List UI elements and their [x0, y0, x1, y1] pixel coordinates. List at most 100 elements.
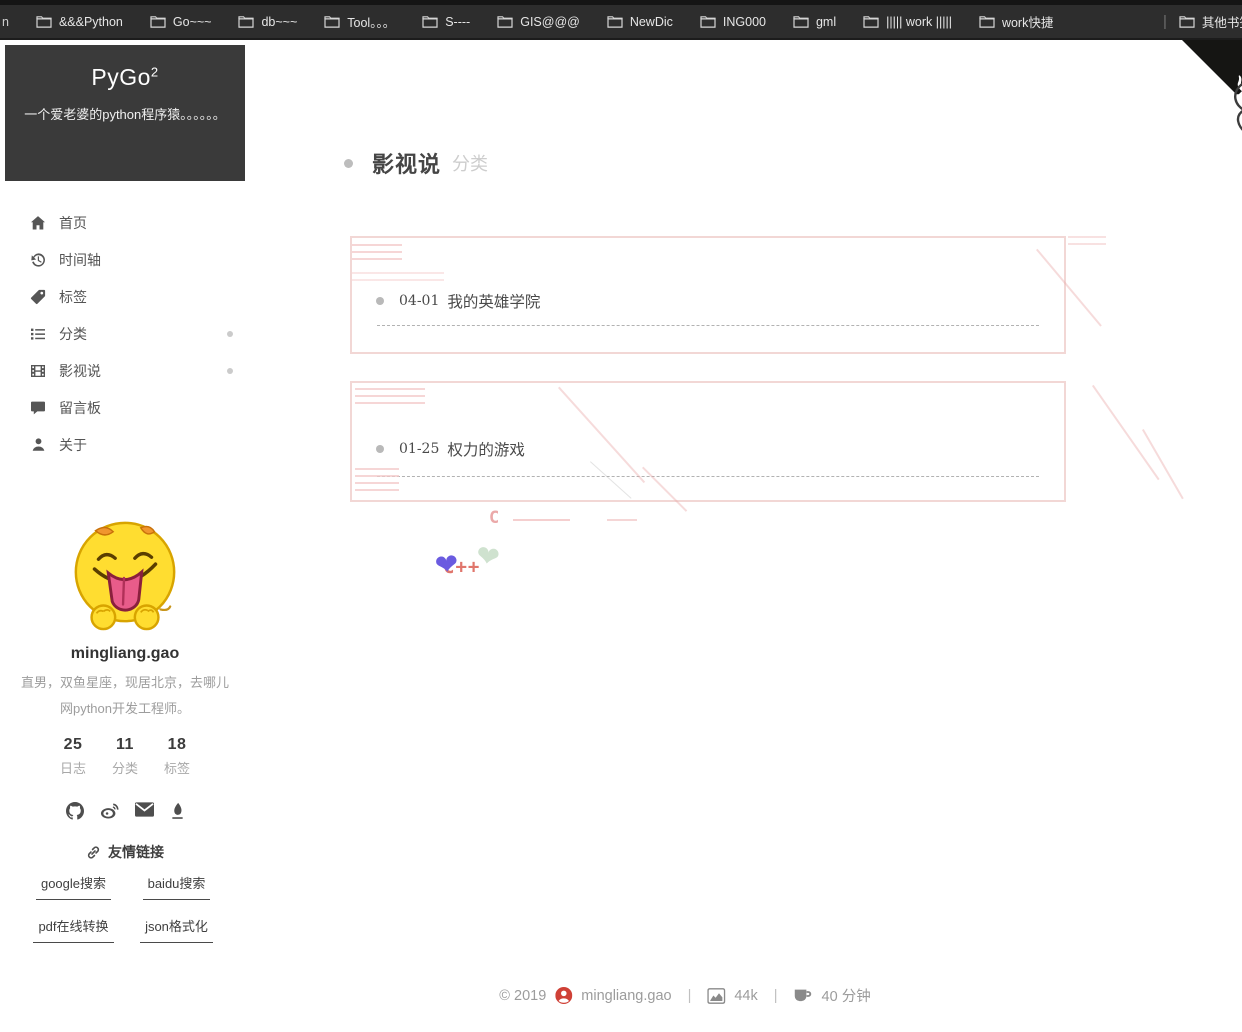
decor-ticks [352, 272, 444, 286]
clipped-bookmark-label: n [2, 15, 9, 29]
stat-categories[interactable]: 11 分类 [112, 736, 138, 777]
folder-icon [497, 15, 513, 29]
social-links [0, 802, 250, 820]
folder-icon [979, 15, 995, 29]
decor-ticks [1068, 236, 1106, 246]
friend-link-pdf[interactable]: pdf在线转换 [33, 916, 113, 943]
profile-name: mingliang.gao [0, 645, 250, 663]
footer-views: 44k [734, 988, 757, 1004]
sidebar-item-timeline[interactable]: 时间轴 [0, 241, 250, 278]
decor-ticks [355, 388, 425, 408]
folder-icon [150, 15, 166, 29]
sidebar-item-home[interactable]: 首页 [0, 204, 250, 241]
copyright-text: © 2019 [499, 988, 546, 1004]
green-heart-icon: ❤ [474, 541, 502, 572]
decor-diagonal-line [1092, 385, 1159, 480]
bookmark-folder-s[interactable]: S---- [422, 15, 470, 29]
nav-dot-badge [227, 368, 233, 374]
blog-title[interactable]: PyGo2 [5, 64, 245, 91]
bookmarks-bar: n &&&Python Go~~~ db~~~ Tool。。。 S---- GI… [0, 0, 1242, 40]
bookmark-folder-db[interactable]: db~~~ [238, 15, 297, 29]
tag-icon [29, 289, 47, 305]
bookmark-folder-gis[interactable]: GIS@@@ [497, 15, 580, 29]
bookmarks-divider: | [1163, 13, 1167, 30]
friend-link-baidu[interactable]: baidu搜索 [143, 873, 211, 900]
decor-c-text: C [489, 508, 499, 528]
bookmark-folder-ing000[interactable]: ING000 [700, 15, 766, 29]
footer-author[interactable]: mingliang.gao [581, 988, 671, 1004]
post-card[interactable]: 04-01 我的英雄学院 [350, 236, 1066, 354]
bookmark-folder-go[interactable]: Go~~~ [150, 15, 212, 29]
decor-ticks [355, 468, 399, 496]
sidebar: PyGo2 一个爱老婆的python程序猿。。。。。。 首页 时间轴 标签 分类… [0, 40, 250, 1032]
category-page-heading: 影视说 分类 [344, 147, 488, 179]
post-title: 我的英雄学院 [447, 290, 540, 312]
film-icon [29, 363, 47, 379]
sidebar-nav: 首页 时间轴 标签 分类 影视说 留言板 关于 [0, 204, 250, 463]
profile-bio: 直男，双鱼星座，现居北京，去哪儿网python开发工程师。 [18, 670, 232, 722]
jianshu-pen-icon[interactable] [170, 802, 185, 820]
nav-dot-badge [227, 331, 233, 337]
chart-area-icon [707, 988, 725, 1004]
folder-icon [700, 15, 716, 29]
post-card[interactable]: 01-25 权力的游戏 [350, 381, 1066, 502]
folder-icon [793, 15, 809, 29]
weibo-icon[interactable] [100, 802, 119, 820]
dashed-divider [377, 325, 1039, 326]
blog-subtitle: 一个爱老婆的python程序猿。。。。。。 [22, 101, 228, 128]
friend-link-json[interactable]: json格式化 [140, 916, 213, 943]
folder-icon [238, 15, 254, 29]
decor-line [513, 519, 570, 521]
sidebar-item-movies[interactable]: 影视说 [0, 352, 250, 389]
decor-ticks [352, 244, 402, 262]
folder-icon [607, 15, 623, 29]
folder-icon [324, 15, 340, 29]
dashed-divider [377, 476, 1039, 477]
purple-heart-icon: ❤ [434, 550, 460, 580]
bookmark-folder-work-shortcut[interactable]: work快捷 [979, 12, 1053, 31]
bookmark-folder-python[interactable]: &&&Python [36, 15, 123, 29]
list-icon [29, 326, 47, 342]
page-footer: © 2019 mingliang.gao | 44k | 40 分钟 [499, 985, 870, 1006]
bookmark-folder-newdic[interactable]: NewDic [607, 15, 673, 29]
envelope-icon[interactable] [135, 802, 154, 820]
post-date: 04-01 [399, 293, 439, 309]
sidebar-item-about[interactable]: 关于 [0, 426, 250, 463]
stat-posts[interactable]: 25 日志 [60, 736, 86, 777]
folder-icon [863, 15, 879, 29]
bookmark-folder-tool[interactable]: Tool。。。 [324, 12, 395, 31]
profile-stats: 25 日志 11 分类 18 标签 [0, 736, 250, 777]
friend-link-google[interactable]: google搜索 [36, 873, 111, 900]
tongue-emoji-avatar-image [66, 515, 184, 633]
friend-links: google搜索 baidu搜索 pdf在线转换 json格式化 [25, 873, 225, 943]
github-icon[interactable] [66, 802, 84, 820]
stat-tags[interactable]: 18 标签 [164, 736, 190, 777]
folder-icon [36, 15, 52, 29]
friend-links-heading: 友情链接 [0, 842, 250, 862]
history-icon [29, 252, 47, 268]
post-title: 权力的游戏 [447, 438, 525, 460]
decor-line [607, 519, 637, 521]
user-icon [29, 437, 47, 452]
sidebar-item-tags[interactable]: 标签 [0, 278, 250, 315]
bookmark-folder-work[interactable]: ||||| work ||||| [863, 15, 952, 29]
post-link[interactable]: 04-01 我的英雄学院 [376, 290, 540, 312]
post-link[interactable]: 01-25 权力的游戏 [376, 438, 525, 460]
folder-icon [1179, 15, 1195, 29]
avatar[interactable] [66, 515, 184, 633]
category-title: 影视说 [372, 147, 441, 179]
bookmark-folder-gml[interactable]: gml [793, 15, 836, 29]
sidebar-item-categories[interactable]: 分类 [0, 315, 250, 352]
heading-bullet [344, 159, 353, 168]
blog-logo-panel: PyGo2 一个爱老婆的python程序猿。。。。。。 [5, 45, 245, 181]
coffee-icon [794, 988, 813, 1003]
link-icon [86, 845, 101, 860]
post-date: 01-25 [399, 441, 439, 457]
post-bullet [376, 297, 384, 305]
sidebar-item-guestbook[interactable]: 留言板 [0, 389, 250, 426]
category-badge: 分类 [452, 150, 488, 176]
other-bookmarks-folder[interactable]: 其他书签 [1179, 12, 1242, 31]
user-circle-icon [555, 987, 572, 1004]
post-bullet [376, 445, 384, 453]
home-icon [29, 215, 47, 231]
